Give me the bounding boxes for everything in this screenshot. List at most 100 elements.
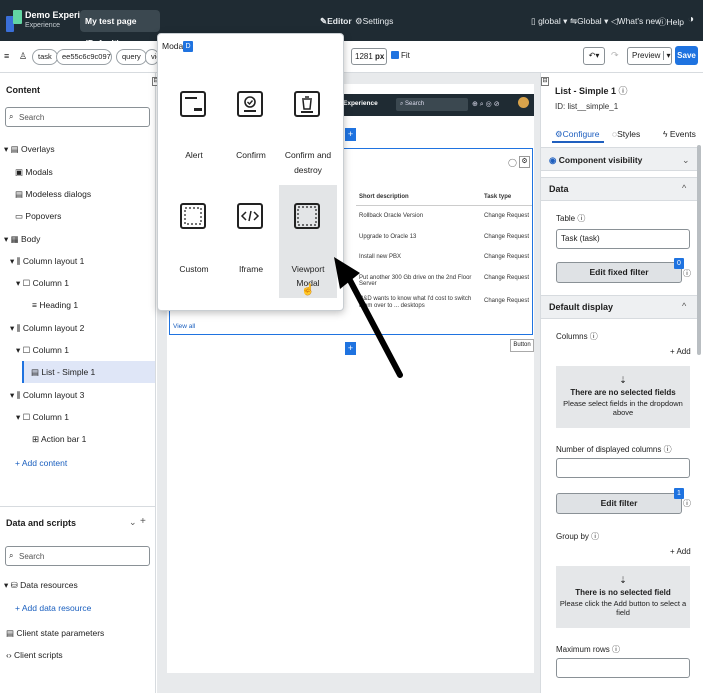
tree-item-heading-1[interactable]: ≡ Heading 1 — [32, 300, 78, 310]
preview-button[interactable]: Preview ▾ — [627, 47, 672, 65]
search-placeholder: Search — [19, 552, 45, 561]
preview-button[interactable]: Button — [510, 339, 534, 352]
chevron-down-icon[interactable]: ⌄ — [129, 517, 137, 528]
panel-scrollbar[interactable] — [697, 145, 701, 355]
tree-item-column-1c[interactable]: ▾ ☐ Column 1 — [16, 412, 69, 423]
page-selector[interactable]: My test page (Default) ▾ — [80, 10, 160, 48]
custom-modal-icon — [180, 203, 206, 229]
save-button[interactable]: Save — [675, 46, 698, 65]
add-data-resource-link[interactable]: + Add data resource — [15, 603, 91, 613]
tree-item-column-layout-1[interactable]: ▾ ⫼ Column layout 1 — [10, 256, 84, 267]
tree-item-action-bar-1[interactable]: ⊞ Action bar 1 — [32, 434, 86, 445]
tree-item-modeless[interactable]: ▤ Modeless dialogs — [15, 189, 91, 200]
editor-tab[interactable]: ✎Editor — [320, 16, 352, 27]
tile-custom[interactable]: Custom — [165, 192, 223, 302]
table-row[interactable]: Upgrade to Oracle 13 — [359, 234, 477, 240]
url-param-sysid[interactable]: ee55c6c9c09702... — [56, 49, 112, 65]
tree-label: Client state parameters — [16, 628, 105, 638]
content-sidebar — [0, 73, 156, 693]
edit-fixed-filter-button[interactable]: Edit fixed filter — [556, 262, 682, 283]
tile-iframe[interactable]: Iframe — [222, 192, 280, 302]
tile-confirm-destroy[interactable]: Confirm and destroy — [279, 80, 337, 190]
info-icon[interactable]: ⓘ — [619, 86, 628, 96]
eye-icon: ◉ — [549, 155, 557, 165]
max-rows-label: Maximum rows ⓘ — [556, 645, 621, 654]
whats-new-link[interactable]: ◁What's new — [611, 16, 661, 27]
scope-menu[interactable]: ▯ global ▾ — [531, 16, 567, 27]
tree-item-popovers[interactable]: ▭ Popovers — [15, 211, 61, 222]
tree-item-list-simple-1[interactable]: ▤ List - Simple 1 — [31, 367, 95, 378]
scope-label: global — [538, 16, 561, 26]
tree-item-body[interactable]: ▾ ▦ Body — [4, 234, 40, 245]
tree-item-modals[interactable]: ▣ Modals — [15, 167, 53, 178]
client-state-item[interactable]: ▤ Client state parameters — [6, 628, 104, 639]
add-above-button[interactable]: + — [345, 128, 356, 141]
undo-button[interactable]: ↶▾ — [583, 47, 605, 65]
modal-popup-title: Modal — [162, 41, 186, 51]
edit-filter-button[interactable]: Edit filter — [556, 493, 682, 514]
add-icon[interactable]: + — [140, 516, 146, 527]
client-scripts-item[interactable]: ‹› Client scripts — [6, 650, 63, 660]
chevron-up-icon[interactable]: ^ — [682, 183, 686, 193]
add-group-button[interactable]: + Add — [670, 547, 691, 556]
help-icon: ⓘ — [658, 17, 667, 27]
viewport-modal-icon — [294, 203, 320, 229]
num-columns-input[interactable] — [556, 458, 690, 478]
refresh-icon[interactable]: ◯ — [508, 158, 517, 167]
component-title-text: List - Simple 1 — [555, 86, 617, 96]
empty-state-icon: ⇣ — [619, 575, 627, 585]
chevron-up-icon[interactable]: ^ — [682, 301, 686, 311]
divider — [356, 205, 532, 206]
chevron-down-icon[interactable]: ⌄ — [682, 155, 690, 166]
table-input[interactable]: Task (task) — [556, 229, 690, 249]
tree-item-column-layout-2[interactable]: ▾ ⫼ Column layout 2 — [10, 323, 84, 334]
width-input[interactable]: 1281 px — [351, 48, 387, 65]
tile-confirm[interactable]: Confirm — [222, 80, 280, 190]
settings-icon[interactable]: ⚙ — [519, 156, 530, 168]
help-link[interactable]: ⓘHelp — [658, 16, 684, 28]
tree-item-column-1b[interactable]: ▾ ☐ Column 1 — [16, 345, 69, 356]
preview-search[interactable]: ⌕ Search — [396, 98, 468, 111]
collapse-panel-icon[interactable]: ⊟ — [541, 77, 549, 86]
tree-item-column-1a[interactable]: ▾ ☐ Column 1 — [16, 278, 69, 289]
settings-tab[interactable]: ⚙Settings — [355, 16, 393, 27]
add-content-link[interactable]: + Add content — [15, 458, 67, 468]
content-search-input[interactable]: ⌕ Search — [5, 107, 150, 127]
max-rows-input[interactable] — [556, 658, 690, 678]
tile-label: Confirm and destroy — [284, 150, 332, 175]
url-param-query[interactable]: query — [116, 49, 147, 65]
search-icon: ⌕ — [9, 112, 14, 121]
info-icon[interactable]: ⓘ — [683, 498, 691, 509]
fit-checkbox[interactable] — [391, 51, 399, 59]
tab-styles[interactable]: ◌Styles — [612, 129, 640, 139]
add-column-button[interactable]: + Add — [670, 347, 691, 356]
tree-item-column-layout-3[interactable]: ▾ ⫼ Column layout 3 — [10, 390, 84, 401]
tab-events[interactable]: ϟ Events — [663, 129, 696, 139]
tile-label: Alert — [185, 150, 203, 160]
alert-modal-icon — [180, 91, 206, 117]
tab-configure[interactable]: ⚙Configure — [555, 129, 599, 140]
app-logo — [6, 10, 22, 32]
url-param-task[interactable]: task — [32, 49, 58, 65]
person-icon[interactable]: ♙ — [19, 51, 27, 62]
data-search-input[interactable]: ⌕ Search — [5, 546, 150, 566]
tree-label: Heading 1 — [39, 300, 79, 310]
empty-text: Please select fields in the dropdown abo… — [563, 399, 683, 417]
view-all-link[interactable]: View all — [173, 323, 195, 330]
table-row[interactable]: Rollback Oracle Version — [359, 213, 477, 219]
info-icon[interactable]: ⓘ — [683, 268, 691, 279]
contrast-icon[interactable]: ◑ — [688, 14, 694, 25]
editor-label: Editor — [327, 16, 352, 26]
redo-icon[interactable]: ↷ — [611, 50, 619, 61]
tile-label: Confirm — [236, 150, 266, 160]
max-rows-text: Maximum rows — [556, 645, 610, 654]
tree-item-overlays[interactable]: ▾ ▤ Overlays — [4, 144, 55, 155]
empty-text: Please click the Add button to select a … — [559, 599, 687, 617]
tile-alert[interactable]: Alert — [165, 80, 223, 190]
data-resources-item[interactable]: ▾ ⛁ Data resources — [4, 580, 78, 591]
menu-icon[interactable]: ≡ — [4, 51, 9, 61]
tree-label: Modals — [25, 167, 53, 177]
columns-empty-state: ⇣ There are no selected fields Please se… — [556, 366, 690, 428]
language-menu[interactable]: ⇋Global ▾ — [570, 16, 608, 27]
preview-search-label: Search — [405, 101, 425, 107]
